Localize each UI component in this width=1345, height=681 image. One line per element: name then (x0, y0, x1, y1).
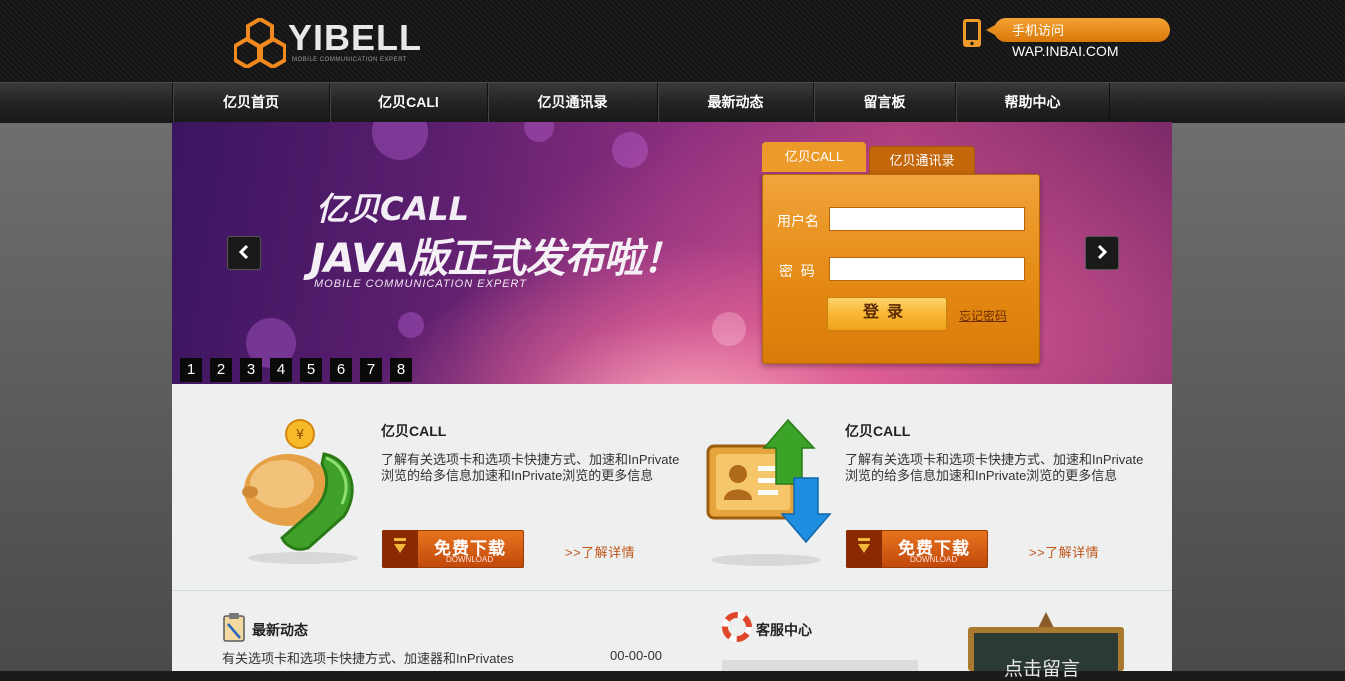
slide-dot[interactable]: 4 (270, 358, 292, 382)
section-divider (172, 590, 1172, 591)
main-nav: 亿贝首页 亿贝CALl 亿贝通讯录 最新动态 留言板 帮助中心 (0, 82, 1345, 123)
mobile-phone-icon (963, 19, 981, 47)
nav-item-news[interactable]: 最新动态 (658, 83, 814, 123)
password-input[interactable] (829, 257, 1025, 281)
slide-dot[interactable]: 2 (210, 358, 232, 382)
slide-dot[interactable]: 1 (180, 358, 202, 382)
site-logo[interactable]: YIBELL MOBILE COMMUNICATION EXPERT (234, 18, 421, 70)
tab-call-login[interactable]: 亿贝CALL (762, 142, 866, 172)
nav-item-contacts[interactable]: 亿贝通讯录 (488, 83, 658, 123)
news-section-title: 最新动态 (252, 622, 308, 638)
tab-contacts-login[interactable]: 亿贝通讯录 (869, 146, 975, 175)
download-button[interactable]: 免费下载 DOWNLOAD (846, 530, 988, 568)
banner-title-line1: 亿贝CALL (316, 190, 470, 228)
learn-more-link[interactable]: >>了解详情 (1029, 542, 1099, 561)
promo-description: 了解有关选项卡和选项卡快捷方式、加速和InPrivate 浏览的给多信息加速和I… (845, 452, 1144, 483)
decor-bubble (524, 122, 554, 142)
promo-description: 了解有关选项卡和选项卡快捷方式、加速和InPrivate 浏览的给多信息加速和I… (381, 452, 680, 483)
download-arrow-icon (394, 538, 406, 553)
decor-bubble (372, 122, 428, 160)
decor-bubble (712, 312, 746, 346)
promo-title: 亿贝CALL (381, 423, 447, 439)
banner-prev-button[interactable] (227, 236, 261, 270)
logo-text: YIBELL (288, 17, 423, 58)
chevron-right-icon (1097, 244, 1108, 260)
nav-item-guestbook[interactable]: 留言板 (814, 83, 956, 123)
service-section-title: 客服中心 (756, 622, 812, 638)
login-panel: 用户名 密 码 登录 忘记密码 (762, 174, 1040, 364)
hero-banner: 亿贝CALL JAVA版正式发布啦！ MOBILE COMMUNICATION … (172, 122, 1172, 384)
learn-more-link[interactable]: >>了解详情 (565, 542, 635, 561)
message-board-text: 点击留言 (1004, 658, 1081, 680)
forgot-password-link[interactable]: 忘记密码 (959, 307, 1007, 324)
chevron-left-icon (238, 244, 249, 260)
logo-subtitle: MOBILE COMMUNICATION EXPERT (292, 57, 407, 63)
mobile-access[interactable]: 手机访问 WAP.INBAI.COM (962, 16, 1172, 62)
username-label: 用户名 (777, 213, 819, 229)
download-sublabel: DOWNLOAD (446, 555, 494, 564)
slide-pagination: 1 2 3 4 5 6 7 8 (180, 358, 412, 382)
promo-title: 亿贝CALL (845, 423, 911, 439)
banner-title-line2: JAVA版正式发布啦！ (310, 236, 682, 282)
hexagon-logo-icon (234, 18, 286, 68)
banner-subtitle: MOBILE COMMUNICATION EXPERT (314, 278, 528, 290)
slide-dot[interactable]: 3 (240, 358, 262, 382)
news-item-date: 00-00-00 (610, 648, 663, 663)
mobile-access-label: 手机访问 (1012, 23, 1065, 38)
download-arrow-icon (858, 538, 870, 553)
slide-dot[interactable]: 7 (360, 358, 382, 382)
message-board-sign[interactable]: 点击留言 (966, 612, 1126, 680)
username-input[interactable] (829, 207, 1025, 231)
password-label: 密 码 (779, 263, 815, 279)
nav-item-call[interactable]: 亿贝CALl (330, 83, 488, 123)
slide-dot[interactable]: 5 (300, 358, 322, 382)
clipboard-icon (223, 613, 245, 642)
slide-dot[interactable]: 8 (390, 358, 412, 382)
decor-bubble (612, 132, 648, 168)
decor-bubble (398, 312, 424, 338)
slide-dot[interactable]: 6 (330, 358, 352, 382)
main-content: ¥ 亿贝CALL 了解有关选项卡和选项卡快捷方式、加速和InPrivate 浏览… (172, 384, 1172, 680)
lifebuoy-icon (722, 612, 752, 642)
piggy-phone-icon: ¥ (242, 419, 358, 564)
nav-item-help[interactable]: 帮助中心 (956, 83, 1110, 123)
download-button[interactable]: 免费下载 DOWNLOAD (382, 530, 524, 568)
login-button[interactable]: 登录 (827, 297, 947, 331)
download-sublabel: DOWNLOAD (910, 555, 958, 564)
contact-card-icon (706, 418, 832, 566)
nav-item-home[interactable]: 亿贝首页 (173, 83, 330, 123)
service-panel (722, 660, 918, 671)
banner-next-button[interactable] (1085, 236, 1119, 270)
mobile-access-url[interactable]: WAP.INBAI.COM (1012, 42, 1119, 60)
svg-text:¥: ¥ (296, 428, 304, 443)
site-header: YIBELL MOBILE COMMUNICATION EXPERT 手机访问 … (0, 0, 1345, 82)
news-item-title[interactable]: 有关选项卡和选项卡快捷方式、加速器和InPrivates (222, 648, 514, 667)
